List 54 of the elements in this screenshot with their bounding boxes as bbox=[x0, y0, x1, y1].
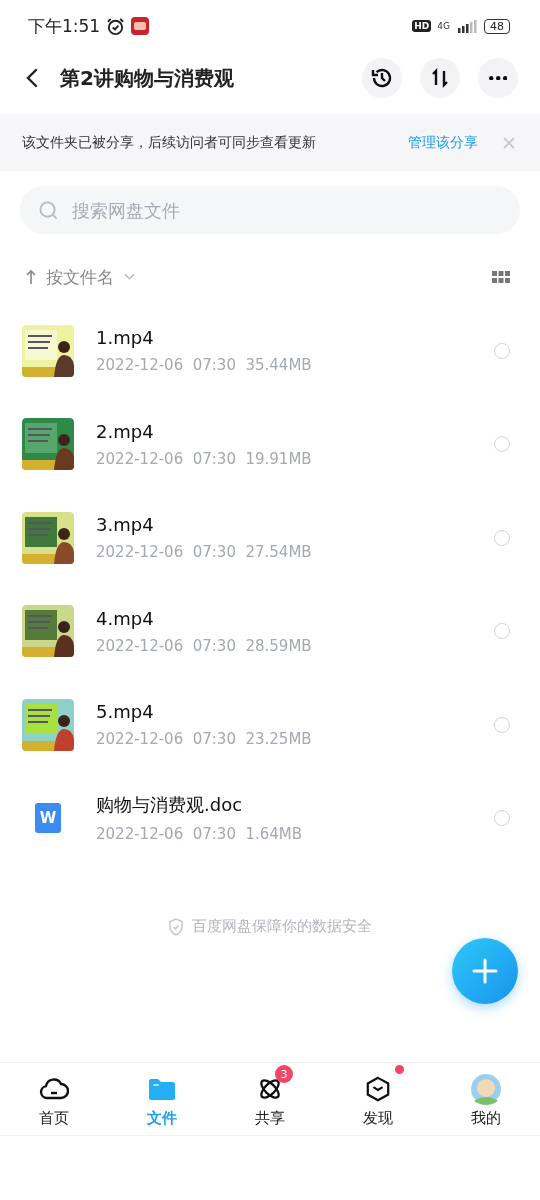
file-row[interactable]: 1.mp4 2022-12-06 07:30 35.44MB bbox=[0, 304, 540, 398]
file-details: 2022-12-06 07:30 1.64MB bbox=[96, 825, 304, 844]
file-details: 2022-12-06 07:30 19.91MB bbox=[96, 449, 313, 468]
share-notice: 该文件夹已被分享，后续访问者可同步查看更新 bbox=[22, 133, 317, 152]
nav-tab[interactable]: 3 共享 bbox=[230, 1063, 310, 1131]
file-row[interactable]: 2.mp4 2022-12-06 07:30 19.91MB bbox=[0, 397, 540, 491]
file-details: 2022-12-06 07:30 28.59MB bbox=[96, 636, 313, 655]
avatar-icon bbox=[470, 1073, 502, 1105]
file-details: 2022-12-06 07:30 27.54MB bbox=[96, 543, 313, 562]
nav-tab[interactable]: 发现 bbox=[338, 1063, 418, 1131]
file-row[interactable]: 3.mp4 2022-12-06 07:30 27.54MB bbox=[0, 491, 540, 585]
file-row[interactable]: 4.mp4 2022-12-06 07:30 28.59MB bbox=[0, 584, 540, 678]
cloud-icon bbox=[39, 1077, 69, 1101]
file-name: 3.mp4 bbox=[96, 514, 155, 536]
file-row[interactable]: W 购物与消费观.doc 2022-12-06 07:30 1.64MB bbox=[0, 771, 540, 865]
grid-view-icon[interactable] bbox=[492, 271, 510, 283]
sort-button[interactable] bbox=[420, 58, 460, 98]
battery-indicator: 48 bbox=[484, 18, 510, 34]
search-field[interactable]: 搜索网盘文件 bbox=[20, 186, 520, 234]
nav-tab[interactable]: 首页 bbox=[14, 1063, 94, 1131]
plus-icon bbox=[471, 957, 499, 985]
more-icon bbox=[488, 75, 508, 81]
network-type: 4G bbox=[437, 21, 450, 31]
word-document-icon: W bbox=[35, 803, 61, 834]
add-button[interactable] bbox=[452, 938, 518, 1004]
file-details: 2022-12-06 07:30 35.44MB bbox=[96, 356, 313, 375]
file-name: 4.mp4 bbox=[96, 607, 155, 629]
notification-badge: 3 bbox=[275, 1065, 293, 1083]
back-icon[interactable] bbox=[26, 68, 38, 88]
history-icon bbox=[370, 66, 394, 90]
shield-icon bbox=[168, 917, 184, 936]
file-name: 购物与消费观.doc bbox=[96, 793, 244, 818]
file-name: 5.mp4 bbox=[96, 701, 155, 723]
file-name: 2.mp4 bbox=[96, 420, 155, 442]
app-notification-icon bbox=[131, 17, 150, 35]
file-name: 1.mp4 bbox=[96, 327, 155, 349]
cube-icon bbox=[365, 1076, 391, 1102]
nav-tab[interactable]: 我的 bbox=[446, 1063, 526, 1131]
more-button[interactable] bbox=[478, 58, 518, 98]
sort-by-name[interactable]: 按文件名 bbox=[46, 265, 114, 289]
ascending-arrow-icon bbox=[26, 269, 36, 285]
chevron-down-icon[interactable] bbox=[124, 273, 135, 281]
folder-icon bbox=[148, 1077, 176, 1101]
file-details: 2022-12-06 07:30 23.25MB bbox=[96, 730, 313, 749]
status-time: 下午1:51 bbox=[28, 14, 101, 38]
alarm-icon bbox=[106, 16, 126, 36]
history-button[interactable] bbox=[362, 58, 402, 98]
signal-icon bbox=[456, 19, 478, 33]
security-note: 百度网盘保障你的数据安全 bbox=[192, 917, 372, 936]
hd-indicator: HD bbox=[412, 20, 432, 32]
file-row[interactable]: 5.mp4 2022-12-06 07:30 23.25MB bbox=[0, 678, 540, 772]
page-title: 第2讲购物与消费观 bbox=[60, 64, 234, 92]
atom-icon bbox=[257, 1076, 283, 1102]
close-icon[interactable] bbox=[502, 135, 516, 150]
